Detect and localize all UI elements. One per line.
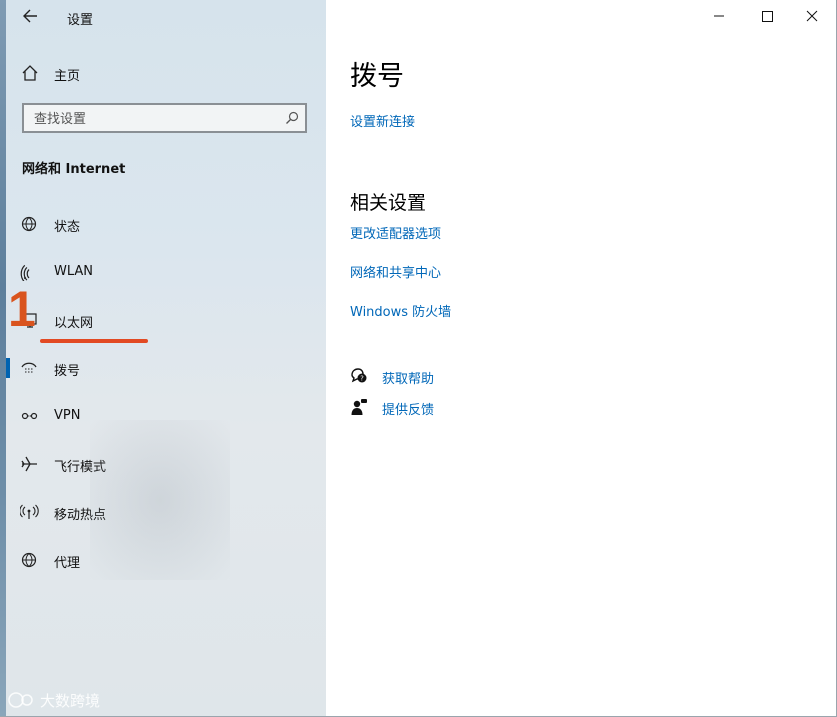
sidebar-item-airplane-mode[interactable]: 飞行模式 bbox=[0, 444, 326, 484]
related-settings-heading: 相关设置 bbox=[350, 192, 427, 214]
sidebar-item-home[interactable]: 主页 bbox=[0, 53, 326, 93]
sidebar-item-label: 移动热点 bbox=[54, 508, 107, 523]
airplane-icon bbox=[21, 456, 37, 472]
give-feedback-label: 提供反馈 bbox=[382, 403, 435, 418]
windows-firewall-link[interactable]: Windows 防火墙 bbox=[350, 301, 451, 320]
watermark-logo-icon bbox=[8, 692, 33, 708]
minimize-button[interactable] bbox=[696, 4, 742, 28]
sidebar-item-label: 以太网 bbox=[54, 316, 94, 331]
maximize-icon bbox=[762, 11, 773, 22]
search-input[interactable] bbox=[24, 105, 286, 133]
window-title: 设置 bbox=[67, 13, 94, 28]
wifi-icon bbox=[20, 264, 30, 281]
svg-text:?: ? bbox=[360, 375, 364, 383]
sidebar-item-dialup[interactable]: 拨号 bbox=[0, 348, 326, 388]
sidebar-item-label: 主页 bbox=[54, 69, 81, 84]
vpn-icon bbox=[21, 412, 38, 420]
change-adapter-options-link[interactable]: 更改适配器选项 bbox=[350, 223, 441, 242]
sidebar-item-label: 状态 bbox=[54, 220, 81, 235]
close-icon bbox=[806, 10, 818, 22]
sidebar-item-label: 代理 bbox=[54, 556, 81, 571]
sidebar-item-label: 飞行模式 bbox=[54, 460, 107, 475]
main-content: 拨号 设置新连接 相关设置 更改适配器选项 网络和共享中心 Windows 防火… bbox=[326, 0, 837, 717]
hotspot-icon bbox=[20, 504, 39, 519]
home-icon bbox=[22, 65, 38, 81]
annotation-underline bbox=[40, 339, 148, 343]
network-sharing-center-link[interactable]: 网络和共享中心 bbox=[350, 262, 441, 281]
sidebar-item-label: VPN bbox=[54, 408, 81, 423]
setup-new-connection-link[interactable]: 设置新连接 bbox=[350, 111, 415, 130]
search-icon[interactable] bbox=[285, 111, 299, 125]
sidebar-item-status[interactable]: 状态 bbox=[0, 204, 326, 244]
help-chat-icon: ? bbox=[351, 368, 367, 383]
globe-proxy-icon bbox=[21, 552, 37, 568]
sidebar-item-vpn[interactable]: VPN bbox=[0, 396, 326, 436]
back-button[interactable] bbox=[20, 6, 42, 26]
close-button[interactable] bbox=[789, 4, 835, 28]
get-help-label: 获取帮助 bbox=[382, 372, 435, 387]
watermark-text: 大数跨境 bbox=[40, 692, 101, 710]
sidebar-item-mobile-hotspot[interactable]: 移动热点 bbox=[0, 492, 326, 532]
sidebar-item-label: 拨号 bbox=[54, 364, 81, 379]
search-settings-box[interactable] bbox=[22, 103, 307, 133]
sidebar-item-ethernet[interactable]: 以太网 bbox=[0, 300, 326, 340]
annotation-step-number: 1 bbox=[8, 281, 36, 337]
minimize-icon bbox=[714, 15, 724, 17]
sidebar-item-wlan[interactable]: WLAN bbox=[0, 252, 326, 292]
section-title: 网络和 Internet bbox=[22, 162, 126, 177]
globe-status-icon bbox=[21, 216, 37, 232]
page-title: 拨号 bbox=[350, 61, 404, 92]
sidebar-item-proxy[interactable]: 代理 bbox=[0, 540, 326, 580]
dialup-icon bbox=[21, 362, 37, 373]
feedback-icon bbox=[351, 399, 367, 415]
settings-sidebar: 设置 主页 网络和 Internet 状态 WLAN 以太网 bbox=[0, 0, 326, 717]
back-arrow-icon bbox=[23, 9, 37, 23]
sidebar-item-label: WLAN bbox=[54, 264, 94, 279]
maximize-button[interactable] bbox=[744, 4, 790, 28]
